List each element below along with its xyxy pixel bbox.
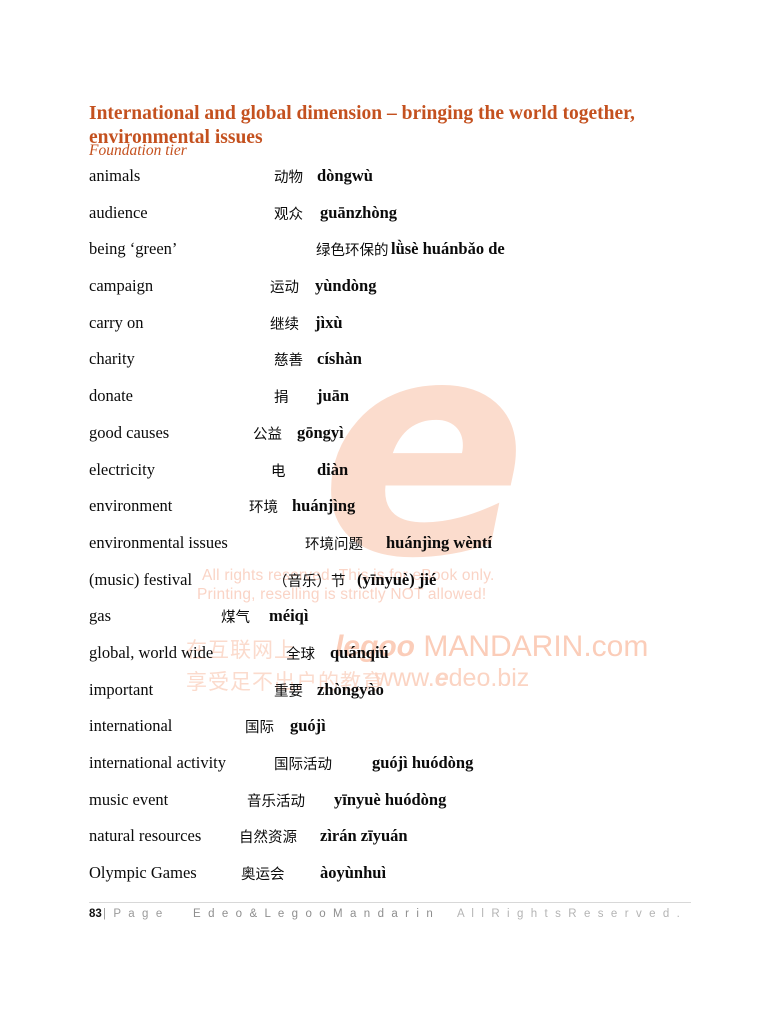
- vocabulary-english: important: [89, 679, 154, 699]
- vocabulary-pinyin: yùndòng: [315, 276, 377, 296]
- vocabulary-pinyin: guójì huódòng: [372, 753, 474, 772]
- vocabulary-english: audience: [89, 202, 148, 222]
- vocabulary-row: animals 动物 dòngwù: [89, 166, 689, 203]
- vocabulary-pinyin: zhòngyào: [317, 679, 384, 699]
- vocabulary-row: gas 煤气 méiqì: [89, 606, 689, 643]
- vocabulary-english: gas: [89, 606, 111, 626]
- vocabulary-pinyin: méiqì: [269, 606, 309, 626]
- vocabulary-pinyin: huánjìng wèntí: [386, 532, 492, 552]
- vocabulary-chinese: 运动: [270, 280, 299, 297]
- vocabulary-pinyin: gōngyì: [297, 422, 344, 442]
- vocabulary-pinyin: àoyùnhuì: [320, 863, 387, 883]
- vocabulary-row: (music) festival （音乐）节 (yīnyuè) jié: [89, 570, 689, 607]
- vocabulary-pinyin: (yīnyuè) jié: [357, 569, 437, 589]
- vocabulary-pinyin: huánjìng: [292, 496, 356, 516]
- vocabulary-chinese: 继续: [270, 316, 299, 333]
- vocabulary-english: global, world wide: [89, 642, 214, 662]
- vocabulary-row: international activity 国际活动 guójì huódòng: [89, 753, 689, 790]
- vocabulary-row: carry on 继续 jìxù: [89, 313, 689, 350]
- vocabulary-english: good causes: [89, 422, 170, 442]
- footer-rights: A l l R i g h t s R e s e r v e d .: [457, 908, 682, 920]
- vocabulary-chinese: 煤气: [221, 610, 250, 627]
- vocabulary-english: music event: [89, 789, 169, 809]
- vocabulary-pinyin: guójì: [290, 716, 326, 736]
- vocabulary-english: international activity: [89, 753, 226, 772]
- vocabulary-chinese: 观众: [274, 206, 303, 223]
- vocabulary-pinyin: lǜsè huánbǎo de: [391, 239, 505, 259]
- vocabulary-chinese: 环境: [249, 500, 278, 517]
- vocabulary-english: (music) festival: [89, 569, 193, 589]
- page-footer: 83 | P a g e E d e o & L e g o o M a n d…: [89, 908, 691, 926]
- vocabulary-chinese: 重要: [274, 683, 303, 700]
- vocabulary-row: donate 捐 juān: [89, 386, 689, 423]
- vocabulary-chinese: 电: [271, 463, 286, 480]
- vocabulary-english: donate: [89, 386, 133, 406]
- vocabulary-pinyin: yīnyuè huódòng: [334, 789, 447, 809]
- vocabulary-chinese: 慈善: [274, 353, 303, 370]
- vocabulary-english: environmental issues: [89, 532, 228, 552]
- vocabulary-pinyin: diàn: [317, 459, 349, 479]
- vocabulary-row: environment 环境 huánjìng: [89, 496, 689, 533]
- footer-divider: [89, 902, 691, 903]
- vocabulary-chinese: 奥运会: [241, 867, 285, 884]
- vocabulary-english: campaign: [89, 276, 154, 296]
- footer-publisher: E d e o & L e g o o M a n d a r i n: [193, 908, 435, 920]
- vocabulary-english: electricity: [89, 459, 155, 479]
- footer-page-number: 83: [89, 908, 102, 920]
- vocabulary-chinese: 动物: [274, 170, 303, 186]
- vocabulary-row: good causes 公益 gōngyì: [89, 423, 689, 460]
- vocabulary-row: audience 观众 guānzhòng: [89, 203, 689, 240]
- vocabulary-list: animals 动物 dòngwù audience 观众 guānzhòng being …: [89, 166, 689, 900]
- vocabulary-chinese: 音乐活动: [247, 793, 305, 810]
- vocabulary-chinese: 全球: [286, 646, 315, 663]
- document-page: e All rights reserved. This is for eBook…: [0, 0, 782, 1012]
- tier-subtitle: Foundation tier: [89, 142, 187, 159]
- vocabulary-english: charity: [89, 349, 135, 369]
- vocabulary-english: natural resources: [89, 826, 202, 846]
- vocabulary-row: campaign 运动 yùndòng: [89, 276, 689, 313]
- content-layer: International and global dimension – bri…: [0, 0, 782, 1012]
- vocabulary-row: being ‘green’ 绿色环保的 lǜsè huánbǎo de: [89, 239, 689, 276]
- vocabulary-row: international 国际 guójì: [89, 716, 689, 753]
- vocabulary-row: Olympic Games 奥运会 àoyùnhuì: [89, 863, 689, 900]
- vocabulary-pinyin: guānzhòng: [320, 202, 398, 222]
- vocabulary-row: music event 音乐活动 yīnyuè huódòng: [89, 790, 689, 827]
- vocabulary-pinyin: juān: [317, 386, 350, 406]
- vocabulary-chinese: 国际活动: [274, 757, 332, 773]
- vocabulary-row: environmental issues 环境问题 huánjìng wèntí: [89, 533, 689, 570]
- vocabulary-pinyin: dòngwù: [317, 166, 373, 185]
- vocabulary-english: Olympic Games: [89, 863, 197, 883]
- footer-page-label: | P a g e: [103, 908, 165, 920]
- vocabulary-pinyin: zìrán zīyuán: [320, 826, 408, 846]
- vocabulary-chinese: （音乐）节: [273, 573, 346, 590]
- vocabulary-chinese: 捐: [274, 390, 289, 407]
- vocabulary-english: being ‘green’: [89, 239, 178, 259]
- vocabulary-pinyin: jìxù: [315, 312, 343, 332]
- vocabulary-row: global, world wide 全球 quánqiú: [89, 643, 689, 680]
- vocabulary-english: international: [89, 716, 173, 736]
- vocabulary-pinyin: quánqiú: [330, 642, 389, 662]
- vocabulary-row: natural resources 自然资源 zìrán zīyuán: [89, 826, 689, 863]
- vocabulary-chinese: 环境问题: [305, 536, 363, 553]
- vocabulary-row: charity 慈善 císhàn: [89, 349, 689, 386]
- vocabulary-chinese: 公益: [253, 426, 282, 443]
- vocabulary-pinyin: císhàn: [317, 349, 362, 369]
- vocabulary-english: carry on: [89, 312, 144, 332]
- vocabulary-chinese: 绿色环保的: [316, 243, 389, 260]
- vocabulary-chinese: 国际: [245, 720, 274, 737]
- vocabulary-row: electricity 电 diàn: [89, 460, 689, 497]
- vocabulary-english: animals: [89, 166, 141, 185]
- vocabulary-english: environment: [89, 496, 173, 516]
- vocabulary-row: important 重要 zhòngyào: [89, 680, 689, 717]
- vocabulary-chinese: 自然资源: [239, 830, 297, 847]
